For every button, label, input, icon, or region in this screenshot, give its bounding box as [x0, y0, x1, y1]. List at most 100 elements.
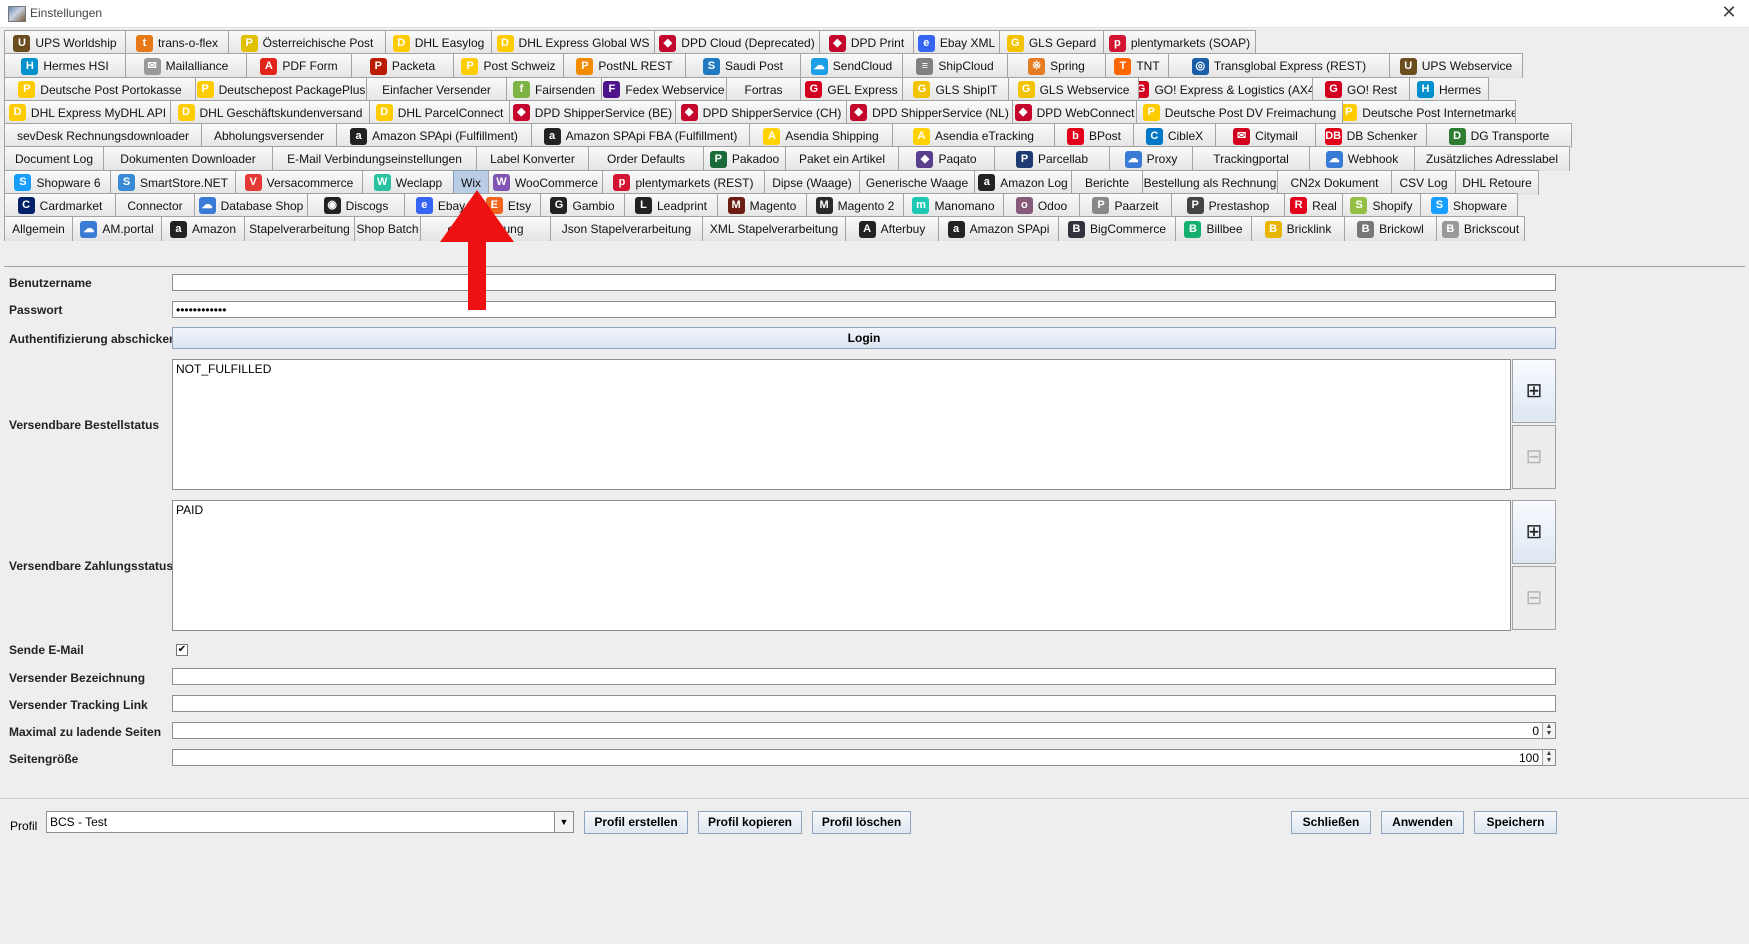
chevron-down-icon[interactable]: ▼ [554, 812, 573, 832]
tab-dhl-geschäftskundenversand[interactable]: D DHL Geschäftskundenversand [170, 99, 370, 125]
tab-deutsche-post-dv-freimachung[interactable]: P Deutsche Post DV Freimachung [1136, 99, 1343, 125]
tab-go-express-logistics-ax4[interactable]: G GO! Express & Logistics (AX4) [1138, 76, 1313, 102]
tab-dhl-parcelconnect[interactable]: D DHL ParcelConnect [369, 99, 510, 125]
login-button[interactable]: Login [172, 327, 1556, 349]
tab-brickowl[interactable]: B Brickowl [1344, 216, 1437, 241]
tab-post-schweiz[interactable]: P Post Schweiz [453, 53, 564, 79]
tab-cardmarket[interactable]: C Cardmarket [4, 192, 116, 218]
spinner-down-icon[interactable]: ▼ [1543, 757, 1555, 764]
tab-dhl-retoure[interactable]: DHL Retoure [1455, 169, 1539, 195]
tab-trackingportal[interactable]: Trackingportal [1192, 146, 1310, 172]
order-status-textarea[interactable]: NOT_FULFILLED [172, 359, 1511, 490]
tab-trans-o-flex[interactable]: t trans-o-flex [125, 30, 229, 55]
spinner-up-icon[interactable]: ▲ [1543, 723, 1555, 730]
tab-shopify[interactable]: S Shopify [1342, 192, 1421, 218]
tab-allgemein[interactable]: Allgemein [4, 216, 73, 241]
tracking-link-field[interactable] [172, 695, 1556, 712]
tab-brickscout[interactable]: B Brickscout [1436, 216, 1525, 241]
tab-zusätzliches-adresslabel[interactable]: Zusätzliches Adresslabel [1414, 146, 1570, 172]
tab-fortras[interactable]: Fortras [726, 76, 801, 102]
tab-dpd-webconnect[interactable]: ◆ DPD WebConnect [1012, 99, 1137, 125]
page-size-field[interactable]: 100 ▲ ▼ [172, 749, 1556, 766]
tab-dhl-easylog[interactable]: D DHL Easylog [385, 30, 492, 55]
tab-smartstore-net[interactable]: S SmartStore.NET [110, 169, 236, 195]
tab-leadprint[interactable]: L Leadprint [624, 192, 718, 218]
tab-österreichische-post[interactable]: P Österreichische Post [228, 30, 386, 55]
tab-amazon-spapi[interactable]: a Amazon SPApi [938, 216, 1059, 241]
tab-shipcloud[interactable]: ≡ ShipCloud [902, 53, 1008, 79]
tab-packeta[interactable]: P Packeta [351, 53, 454, 79]
tab-gls-gepard[interactable]: G GLS Gepard [999, 30, 1104, 55]
tab-dpd-shipperservice-be[interactable]: ◆ DPD ShipperService (BE) [509, 99, 676, 125]
tab-pdf-form[interactable]: A PDF Form [246, 53, 352, 79]
tab-label-konverter[interactable]: Label Konverter [476, 146, 589, 172]
tab-deutsche-post-internetmarke[interactable]: P Deutsche Post Internetmarke [1342, 99, 1516, 125]
tab-gls-shipit[interactable]: G GLS ShipIT [902, 76, 1009, 102]
tab-magento[interactable]: M Magento [717, 192, 807, 218]
tab-dokumenten-downloader[interactable]: Dokumenten Downloader [103, 146, 273, 172]
tab-shop-batch[interactable]: Shop Batch [354, 216, 421, 241]
tab-amazon-spapi-fulfillment[interactable]: a Amazon SPApi (Fulfillment) [336, 123, 532, 148]
tab-dipse-waage[interactable]: Dipse (Waage) [764, 169, 860, 195]
max-pages-spinner[interactable]: ▲ ▼ [1542, 723, 1555, 738]
tab-billbee[interactable]: B Billbee [1175, 216, 1252, 241]
tab-ups-worldship[interactable]: U UPS Worldship [4, 30, 126, 55]
username-field[interactable] [172, 274, 1556, 291]
tab-asendia-etracking[interactable]: A Asendia eTracking [892, 123, 1055, 148]
tab-dpd-shipperservice-nl[interactable]: ◆ DPD ShipperService (NL) [846, 99, 1013, 125]
tab-ups-webservice[interactable]: U UPS Webservice [1389, 53, 1523, 79]
tab-dg-transporte[interactable]: D DG Transporte [1426, 123, 1572, 148]
tab-webhook[interactable]: ☁ Webhook [1309, 146, 1415, 172]
tab-dpd-shipperservice-ch[interactable]: ◆ DPD ShipperService (CH) [675, 99, 847, 125]
tab-pakadoo[interactable]: P Pakadoo [703, 146, 786, 172]
tab-deutschepost-packageplus[interactable]: P Deutschepost PackagePlus [195, 76, 367, 102]
tab-go-rest[interactable]: G GO! Rest [1312, 76, 1410, 102]
tab-manomano[interactable]: m Manomano [903, 192, 1004, 218]
tab-paqato[interactable]: ◆ Paqato [898, 146, 995, 172]
add-order-status-button[interactable]: ⊞ [1512, 359, 1556, 423]
tab-shopware-6[interactable]: S Shopware 6 [4, 169, 111, 195]
password-field[interactable]: •••••••••••• [172, 301, 1556, 318]
create-profile-button[interactable]: Profil erstellen [584, 811, 688, 834]
tab-transglobal-express-rest[interactable]: ◎ Transglobal Express (REST) [1168, 53, 1390, 79]
tab-afterbuy[interactable]: A Afterbuy [845, 216, 939, 241]
tab-versacommerce[interactable]: V Versacommerce [235, 169, 363, 195]
tab-deutsche-post-portokasse[interactable]: P Deutsche Post Portokasse [4, 76, 196, 102]
apply-button[interactable]: Anwenden [1381, 811, 1464, 834]
tab-odoo[interactable]: o Odoo [1003, 192, 1080, 218]
page-size-spinner[interactable]: ▲ ▼ [1542, 750, 1555, 765]
add-payment-status-button[interactable]: ⊞ [1512, 500, 1556, 564]
tab-hermes[interactable]: H Hermes [1409, 76, 1489, 102]
tab-csv-log[interactable]: CSV Log [1391, 169, 1456, 195]
tab-bricklink[interactable]: B Bricklink [1251, 216, 1345, 241]
tab-database-shop[interactable]: ☁ Database Shop [194, 192, 308, 218]
tab-mailalliance[interactable]: ✉ Mailalliance [125, 53, 247, 79]
tab-document-log[interactable]: Document Log [4, 146, 104, 172]
remove-order-status-button[interactable]: ⊟ [1512, 425, 1556, 489]
tab-gel-express[interactable]: G GEL Express [800, 76, 903, 102]
tab-connector[interactable]: Connector [115, 192, 195, 218]
tab-ciblex[interactable]: C CibleX [1133, 123, 1216, 148]
tab-plentymarkets-soap[interactable]: p plentymarkets (SOAP) [1103, 30, 1256, 55]
delete-profile-button[interactable]: Profil löschen [812, 811, 911, 834]
tab-generische-waage[interactable]: Generische Waage [859, 169, 975, 195]
tab-stapelverarbeitung[interactable]: Stapelverarbeitung [244, 216, 355, 241]
tab-am-portal[interactable]: ☁ AM.portal [72, 216, 162, 241]
tab-sevdesk-rechnungsdownloader[interactable]: sevDesk Rechnungsdownloader [4, 123, 202, 148]
tab-dhl-express-global-ws[interactable]: D DHL Express Global WS [491, 30, 655, 55]
save-button[interactable]: Speichern [1474, 811, 1557, 834]
send-email-checkbox[interactable]: ✔ [176, 644, 188, 656]
tab-abholungsversender[interactable]: Abholungsversender [201, 123, 337, 148]
close-button[interactable]: Schließen [1291, 811, 1371, 834]
tab-amazon-spapi-fba-fulfillment[interactable]: a Amazon SPApi FBA (Fulfillment) [531, 123, 750, 148]
tab-tnt[interactable]: T TNT [1105, 53, 1169, 79]
tab-dpd-print[interactable]: ◆ DPD Print [819, 30, 914, 55]
tab-json-stapelverarbeitung[interactable]: Json Stapelverarbeitung [550, 216, 703, 241]
tab-magento-2[interactable]: M Magento 2 [806, 192, 904, 218]
tab-berichte[interactable]: Berichte [1071, 169, 1143, 195]
tab-db-schenker[interactable]: DB DB Schenker [1315, 123, 1427, 148]
tab-postnl-rest[interactable]: P PostNL REST [563, 53, 686, 79]
tab-paket-ein-artikel[interactable]: Paket ein Artikel [785, 146, 899, 172]
tab-sendcloud[interactable]: ☁ SendCloud [800, 53, 903, 79]
tab-discogs[interactable]: ◉ Discogs [307, 192, 405, 218]
